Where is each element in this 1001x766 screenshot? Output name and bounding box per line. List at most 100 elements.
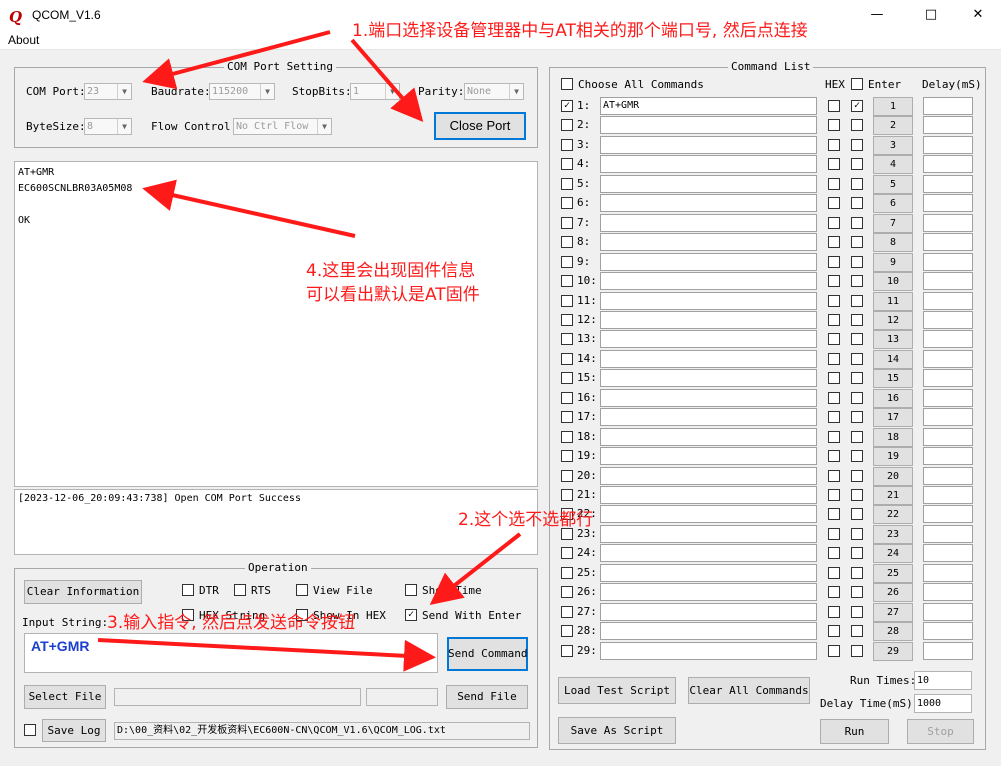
command-delay-input[interactable] — [923, 447, 973, 465]
send-with-enter-checkbox[interactable]: ✓ — [405, 609, 417, 621]
command-send-button[interactable]: 22 — [873, 505, 913, 524]
bytesize-select[interactable]: 8 ▼ — [84, 118, 132, 135]
command-send-button[interactable]: 15 — [873, 369, 913, 388]
command-delay-input[interactable] — [923, 253, 973, 271]
command-input[interactable] — [600, 136, 817, 154]
command-select-checkbox[interactable]: ✓ — [561, 100, 573, 112]
command-send-button[interactable]: 19 — [873, 447, 913, 466]
command-delay-input[interactable] — [923, 175, 973, 193]
receive-output[interactable]: AT+GMR EC600SCNLBR03A05M08 OK — [14, 161, 538, 487]
command-select-checkbox[interactable] — [561, 645, 573, 657]
command-input[interactable] — [600, 505, 817, 523]
baudrate-select[interactable]: 115200 ▼ — [209, 83, 275, 100]
command-delay-input[interactable] — [923, 467, 973, 485]
command-send-button[interactable]: 9 — [873, 253, 913, 272]
command-input[interactable] — [600, 467, 817, 485]
command-select-checkbox[interactable] — [561, 392, 573, 404]
command-send-button[interactable]: 7 — [873, 214, 913, 233]
stopbits-select[interactable]: 1 ▼ — [350, 83, 400, 100]
command-select-checkbox[interactable] — [561, 217, 573, 229]
command-select-checkbox[interactable] — [561, 333, 573, 345]
maximize-icon[interactable]: □ — [911, 4, 951, 26]
command-enter-checkbox[interactable] — [851, 197, 863, 209]
command-input[interactable] — [600, 214, 817, 232]
command-select-checkbox[interactable] — [561, 197, 573, 209]
dtr-checkbox[interactable] — [182, 584, 194, 596]
command-input[interactable] — [600, 622, 817, 640]
command-select-checkbox[interactable] — [561, 625, 573, 637]
command-input[interactable] — [600, 428, 817, 446]
command-hex-checkbox[interactable] — [828, 528, 840, 540]
command-send-button[interactable]: 27 — [873, 603, 913, 622]
command-enter-checkbox[interactable] — [851, 489, 863, 501]
command-delay-input[interactable] — [923, 116, 973, 134]
log-path-field[interactable]: D:\00_资料\02_开发板资料\EC600N-CN\QCOM_V1.6\QC… — [114, 722, 530, 740]
command-enter-checkbox[interactable] — [851, 353, 863, 365]
command-input[interactable] — [600, 486, 817, 504]
command-input[interactable] — [600, 583, 817, 601]
close-icon[interactable]: ✕ — [958, 4, 998, 26]
command-delay-input[interactable] — [923, 544, 973, 562]
command-hex-checkbox[interactable] — [828, 372, 840, 384]
command-hex-checkbox[interactable] — [828, 586, 840, 598]
command-delay-input[interactable] — [923, 428, 973, 446]
command-enter-checkbox[interactable] — [851, 158, 863, 170]
command-hex-checkbox[interactable] — [828, 450, 840, 462]
command-delay-input[interactable] — [923, 214, 973, 232]
close-port-button[interactable]: Close Port — [434, 112, 526, 140]
command-enter-checkbox[interactable] — [851, 139, 863, 151]
command-hex-checkbox[interactable] — [828, 547, 840, 559]
command-send-button[interactable]: 17 — [873, 408, 913, 427]
delay-time-input[interactable]: 1000 — [914, 694, 972, 713]
clear-information-button[interactable]: Clear Information — [24, 580, 142, 604]
flow-control-select[interactable]: No Ctrl Flow ▼ — [233, 118, 332, 135]
command-input[interactable] — [600, 389, 817, 407]
run-button[interactable]: Run — [820, 719, 889, 744]
command-enter-checkbox[interactable] — [851, 314, 863, 326]
command-delay-input[interactable] — [923, 505, 973, 523]
command-input[interactable] — [600, 253, 817, 271]
rts-checkbox[interactable] — [234, 584, 246, 596]
command-enter-checkbox[interactable] — [851, 586, 863, 598]
command-select-checkbox[interactable] — [561, 567, 573, 579]
save-log-checkbox[interactable] — [24, 724, 36, 736]
command-input[interactable] — [600, 330, 817, 348]
command-enter-checkbox[interactable] — [851, 470, 863, 482]
command-send-button[interactable]: 4 — [873, 155, 913, 174]
command-delay-input[interactable] — [923, 408, 973, 426]
command-input[interactable] — [600, 350, 817, 368]
command-hex-checkbox[interactable] — [828, 645, 840, 657]
command-send-button[interactable]: 26 — [873, 583, 913, 602]
command-enter-checkbox[interactable] — [851, 295, 863, 307]
command-select-checkbox[interactable] — [561, 256, 573, 268]
command-hex-checkbox[interactable] — [828, 295, 840, 307]
command-delay-input[interactable] — [923, 136, 973, 154]
command-delay-input[interactable] — [923, 330, 973, 348]
command-delay-input[interactable] — [923, 97, 973, 115]
command-select-checkbox[interactable] — [561, 470, 573, 482]
command-input[interactable]: AT+GMR — [600, 97, 817, 115]
command-delay-input[interactable] — [923, 603, 973, 621]
command-hex-checkbox[interactable] — [828, 333, 840, 345]
menu-about[interactable]: About — [8, 33, 39, 47]
command-send-button[interactable]: 29 — [873, 642, 913, 661]
command-send-button[interactable]: 2 — [873, 116, 913, 135]
choose-all-checkbox[interactable] — [561, 78, 573, 90]
command-send-button[interactable]: 20 — [873, 467, 913, 486]
command-delay-input[interactable] — [923, 155, 973, 173]
command-select-checkbox[interactable] — [561, 372, 573, 384]
command-select-checkbox[interactable] — [561, 314, 573, 326]
command-input[interactable] — [600, 233, 817, 251]
command-enter-checkbox[interactable] — [851, 217, 863, 229]
command-hex-checkbox[interactable] — [828, 411, 840, 423]
command-enter-checkbox[interactable]: ✓ — [851, 100, 863, 112]
command-input[interactable] — [600, 408, 817, 426]
command-send-button[interactable]: 5 — [873, 175, 913, 194]
command-input[interactable] — [600, 369, 817, 387]
clear-all-commands-button[interactable]: Clear All Commands — [688, 677, 810, 704]
run-times-input[interactable]: 10 — [914, 671, 972, 690]
command-enter-checkbox[interactable] — [851, 528, 863, 540]
command-input[interactable] — [600, 175, 817, 193]
command-select-checkbox[interactable] — [561, 411, 573, 423]
command-hex-checkbox[interactable] — [828, 606, 840, 618]
